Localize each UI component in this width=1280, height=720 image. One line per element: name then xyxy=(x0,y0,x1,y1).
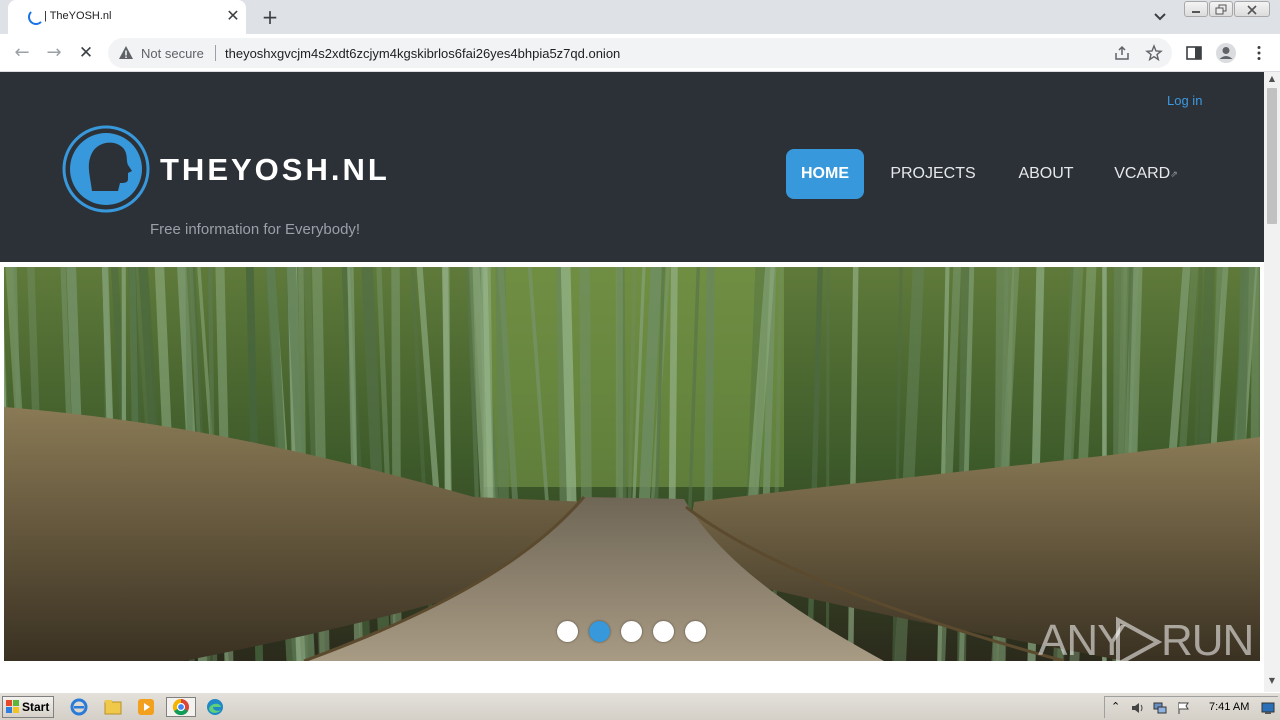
anyrun-watermark: ANY RUN xyxy=(1038,612,1254,672)
nav-projects[interactable]: PROJECTS xyxy=(882,149,984,199)
bookmark-star-icon[interactable] xyxy=(1145,44,1163,62)
window-restore-button[interactable] xyxy=(1209,1,1233,17)
loading-spinner-icon xyxy=(28,9,44,25)
browser-toolbar: ← → ✕ Not secure theyoshxgvcjm4s2xdt6zcj… xyxy=(0,34,1280,72)
forward-icon[interactable]: → xyxy=(43,42,65,64)
site-header: Log in THEYOSH.NL Free information for E… xyxy=(0,72,1264,262)
nav-vcard[interactable]: VCARD⇗ xyxy=(1108,149,1184,199)
browser-tab[interactable]: | TheYOSH.nl ✕ xyxy=(8,0,246,34)
logo-head-icon[interactable] xyxy=(62,125,150,213)
security-status[interactable]: Not secure xyxy=(141,46,204,61)
tab-close-icon[interactable]: ✕ xyxy=(224,7,242,25)
tray-expand-icon[interactable]: ⌃ xyxy=(1111,700,1125,714)
login-link[interactable]: Log in xyxy=(1167,93,1202,108)
scroll-up-icon[interactable]: ▲ xyxy=(1264,74,1280,86)
tab-list-icon[interactable] xyxy=(1150,8,1170,26)
window-minimize-button[interactable] xyxy=(1184,1,1208,17)
chrome-taskbar-button[interactable] xyxy=(166,697,196,717)
slider-dot[interactable] xyxy=(653,621,674,642)
flag-icon[interactable] xyxy=(1177,701,1191,715)
side-panel-icon[interactable] xyxy=(1185,44,1203,62)
chrome-icon xyxy=(172,698,189,716)
page-scrollbar[interactable]: ▲ ▼ xyxy=(1264,72,1280,692)
bamboo-forest-picture xyxy=(4,267,1260,661)
slider-dot[interactable] xyxy=(557,621,578,642)
tab-title: | TheYOSH.nl xyxy=(44,10,112,22)
nav-home[interactable]: HOME xyxy=(786,149,864,199)
os-taskbar: Start ⌃ 7:41 AM xyxy=(0,692,1280,720)
scroll-thumb[interactable] xyxy=(1267,88,1277,224)
start-label: Start xyxy=(22,700,50,714)
stop-icon[interactable]: ✕ xyxy=(75,42,97,64)
watermark-text-left: ANY xyxy=(1038,616,1126,665)
show-desktop-icon[interactable] xyxy=(1261,701,1275,715)
url-text[interactable]: theyoshxgvcjm4s2xdt6zcjym4kgskibrlos6fai… xyxy=(225,46,620,61)
explorer-icon[interactable] xyxy=(102,697,124,717)
tab-strip: | TheYOSH.nl ✕ + xyxy=(0,0,1280,34)
external-link-icon: ⇗ xyxy=(1170,169,1178,179)
slider-dot[interactable] xyxy=(621,621,642,642)
slider-dots xyxy=(557,621,717,643)
new-tab-icon[interactable]: + xyxy=(258,5,282,29)
network-icon[interactable] xyxy=(1153,701,1167,715)
share-icon[interactable] xyxy=(1113,44,1131,62)
scroll-down-icon[interactable]: ▼ xyxy=(1264,676,1280,688)
nav-about[interactable]: ABOUT xyxy=(1010,149,1082,199)
back-icon[interactable]: ← xyxy=(11,42,33,64)
site-tagline: Free information for Everybody! xyxy=(150,221,361,238)
warning-icon[interactable] xyxy=(118,45,134,61)
address-bar[interactable]: Not secure theyoshxgvcjm4s2xdt6zcjym4kgs… xyxy=(108,38,1172,68)
logo-text[interactable]: THEYOSH.NL xyxy=(160,152,390,188)
page-viewport: Log in THEYOSH.NL Free information for E… xyxy=(0,72,1280,692)
taskbar-clock[interactable]: 7:41 AM xyxy=(1209,701,1249,713)
start-button[interactable]: Start xyxy=(2,696,54,718)
menu-icon[interactable] xyxy=(1250,44,1268,62)
system-tray: ⌃ 7:41 AM xyxy=(1104,696,1278,718)
ie-icon[interactable] xyxy=(68,697,90,717)
window-close-button[interactable] xyxy=(1234,1,1270,17)
edge-icon[interactable] xyxy=(204,697,226,717)
hero-slider-image[interactable] xyxy=(4,267,1260,661)
profile-icon[interactable] xyxy=(1215,42,1237,64)
slider-dot[interactable] xyxy=(685,621,706,642)
watermark-text-right: RUN xyxy=(1161,616,1254,665)
media-player-icon[interactable] xyxy=(135,697,157,717)
nav-vcard-label: VCARD xyxy=(1114,165,1171,182)
windows-logo-icon xyxy=(6,700,19,713)
volume-icon[interactable] xyxy=(1131,701,1145,715)
omnibox-divider xyxy=(215,45,216,61)
play-triangle-icon xyxy=(1116,616,1162,668)
slider-dot[interactable] xyxy=(589,621,610,642)
